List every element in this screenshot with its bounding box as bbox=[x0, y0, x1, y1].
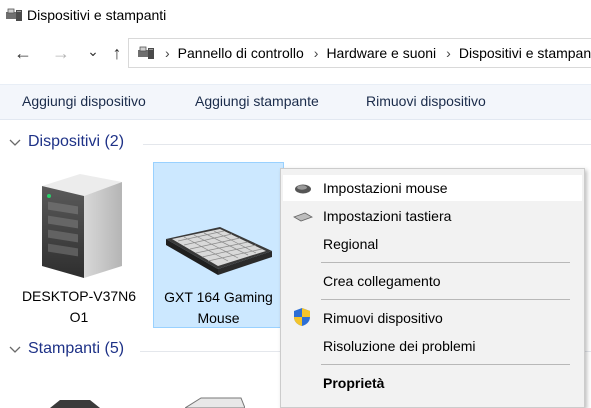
chevron-right-icon[interactable]: › bbox=[165, 45, 170, 61]
back-arrow-icon: ← bbox=[14, 42, 32, 63]
address-bar[interactable]: › Pannello di controllo › Hardware e suo… bbox=[128, 38, 591, 68]
title-bar: Dispositivi e stampanti bbox=[0, 0, 591, 32]
up-button[interactable]: ↑ bbox=[106, 42, 128, 64]
chevron-down-icon[interactable] bbox=[9, 136, 21, 148]
menu-item-properties[interactable]: Proprietà bbox=[283, 370, 582, 396]
devices-printers-icon bbox=[138, 46, 154, 59]
add-printer-button[interactable]: Aggiungi stampante bbox=[195, 93, 319, 109]
menu-separator bbox=[321, 262, 570, 263]
devices-printers-icon bbox=[6, 8, 22, 21]
forward-arrow-icon: → bbox=[52, 42, 70, 63]
breadcrumb-hardware-sound[interactable]: Hardware e suoni bbox=[326, 45, 436, 61]
printer-icon[interactable] bbox=[50, 396, 100, 408]
menu-item-keyboard-settings[interactable]: Impostazioni tastiera bbox=[283, 203, 582, 229]
printer-icon[interactable] bbox=[185, 396, 245, 408]
group-header-devices[interactable]: Dispositivi (2) bbox=[0, 132, 591, 156]
uac-shield-icon bbox=[294, 308, 310, 326]
add-device-button[interactable]: Aggiungi dispositivo bbox=[22, 93, 146, 109]
remove-device-button[interactable]: Rimuovi dispositivo bbox=[366, 93, 486, 109]
chevron-down-icon[interactable] bbox=[9, 343, 21, 355]
breadcrumb-control-panel[interactable]: Pannello di controllo bbox=[178, 45, 304, 61]
chevron-right-icon[interactable]: › bbox=[446, 45, 451, 61]
group-title-devices: Dispositivi (2) bbox=[28, 133, 125, 150]
device-item-gxt-164[interactable]: GXT 164 Gaming Mouse bbox=[153, 162, 284, 328]
window-title: Dispositivi e stampanti bbox=[27, 7, 167, 23]
device-item-computer[interactable]: DESKTOP-V37N6 O1 bbox=[18, 162, 140, 328]
device-label: Mouse bbox=[197, 310, 240, 326]
context-menu: Impostazioni mouse Impostazioni tastiera… bbox=[280, 168, 585, 408]
device-label: O1 bbox=[69, 309, 89, 325]
menu-separator bbox=[321, 299, 570, 300]
menu-separator bbox=[321, 364, 570, 365]
group-divider bbox=[143, 144, 591, 145]
forward-button[interactable]: → bbox=[50, 42, 72, 64]
chevron-down-icon: ⌄ bbox=[87, 42, 99, 59]
menu-item-mouse-settings[interactable]: Impostazioni mouse bbox=[283, 175, 582, 201]
device-label: DESKTOP-V37N6 bbox=[21, 288, 137, 304]
menu-item-regional[interactable]: Regional bbox=[283, 231, 582, 257]
keyboard-icon bbox=[166, 227, 272, 275]
breadcrumb-devices-printers[interactable]: Dispositivi e stampanti bbox=[459, 45, 591, 61]
menu-item-create-shortcut[interactable]: Crea collegamento bbox=[283, 268, 582, 294]
menu-item-remove-device[interactable]: Rimuovi dispositivo bbox=[283, 305, 582, 331]
keyboard-small-icon bbox=[293, 212, 313, 222]
computer-tower-icon bbox=[42, 174, 122, 278]
back-button[interactable]: ← bbox=[12, 42, 34, 64]
up-arrow-icon: ↑ bbox=[112, 42, 122, 63]
menu-item-troubleshoot[interactable]: Risoluzione dei problemi bbox=[283, 333, 582, 359]
command-bar: Aggiungi dispositivo Aggiungi stampante … bbox=[0, 84, 591, 120]
chevron-right-icon[interactable]: › bbox=[314, 45, 319, 61]
recent-locations-button[interactable]: ⌄ bbox=[82, 40, 104, 62]
mouse-icon bbox=[295, 184, 311, 194]
group-title-printers: Stampanti (5) bbox=[28, 340, 125, 357]
navigation-bar: ← → ⌄ ↑ › Pannello di controllo › Hardwa… bbox=[0, 32, 591, 74]
device-label: GXT 164 Gaming bbox=[164, 289, 273, 305]
